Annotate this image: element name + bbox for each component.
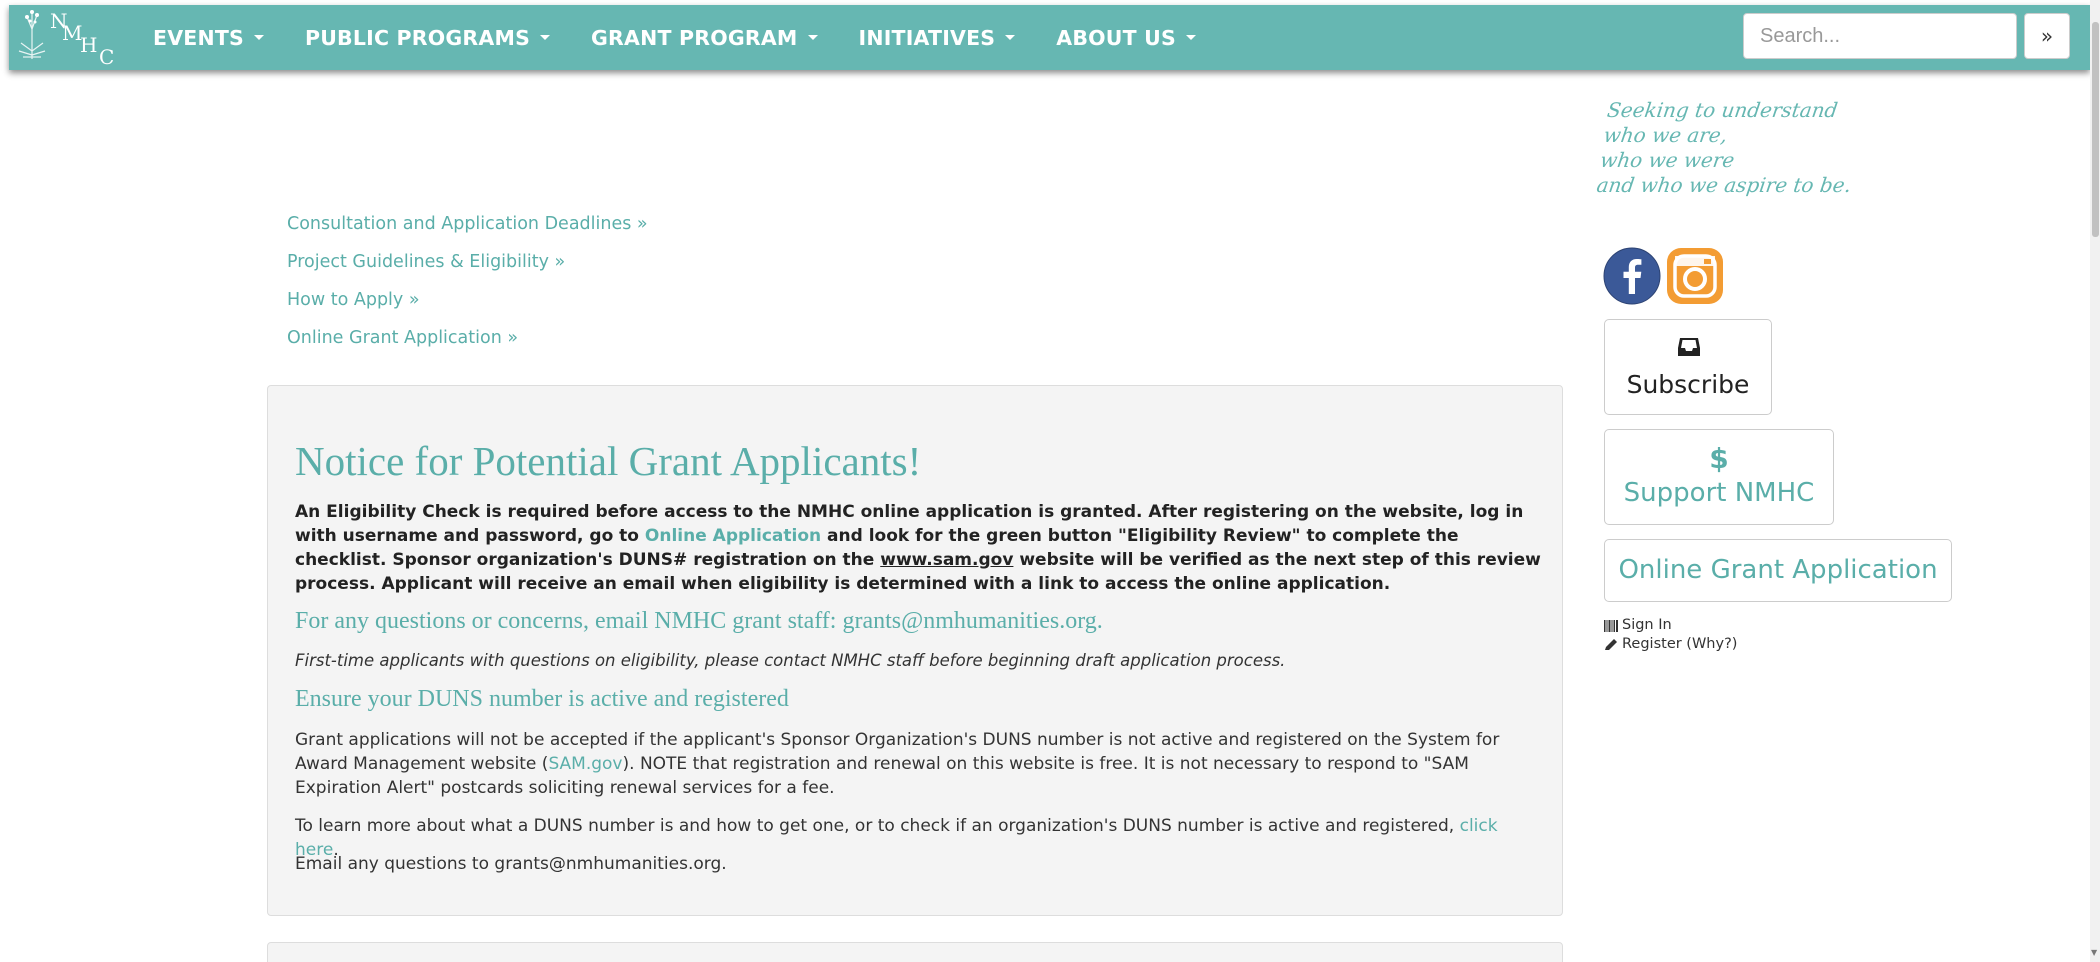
online-grant-application-button[interactable]: Online Grant Application [1604,539,1952,602]
logo-letter-c: C [99,45,115,69]
notice-panel: Notice for Potential Grant Applicants! A… [267,385,1563,916]
instagram-icon[interactable] [1666,247,1724,305]
next-panel [267,942,1563,962]
menu-about-us-label: ABOUT US [1056,25,1176,50]
menu-public-programs[interactable]: PUBLIC PROGRAMS [304,25,551,50]
sam-gov-link[interactable]: SAM.gov [548,754,622,774]
menu-about-us[interactable]: ABOUT US [1056,26,1196,50]
email-questions-line: Email any questions to grants@nmhumaniti… [295,854,727,874]
sign-in-link[interactable]: Sign In [1604,616,1737,635]
inbox-icon [1678,338,1700,356]
sign-in-label: Sign In [1622,617,1672,633]
scroll-down-arrow-icon[interactable]: ▼ [2091,948,2099,958]
online-app-label: Online Grant Application [1618,555,1938,585]
link-how-to-apply[interactable]: How to Apply » [287,281,648,319]
link-guidelines-eligibility[interactable]: Project Guidelines & Eligibility » [287,243,648,281]
nmhc-logo[interactable]: N M H C [15,7,125,69]
notice-title: Notice for Potential Grant Applicants! [295,438,922,484]
register-label: Register (Why?) [1622,636,1738,652]
questions-contact-line: For any questions or concerns, email NMH… [295,608,1103,634]
subscribe-button[interactable]: Subscribe [1604,319,1772,415]
main-menu: EVENTS PUBLIC PROGRAMS GRANT PROGRAM INI… [153,5,1237,70]
tagline-line-1: Seeking to understand [1605,98,1840,122]
tagline-line-3: who we were [1598,148,1737,172]
barcode-icon [1604,619,1618,632]
menu-events[interactable]: EVENTS [153,26,264,50]
facebook-icon[interactable] [1603,247,1661,305]
learn-more-text-1: To learn more about what a DUNS number i… [295,816,1460,836]
sam-gov-site-link[interactable]: www.sam.gov [880,550,1013,570]
caret-down-icon [1185,35,1196,40]
caret-down-icon [1005,35,1016,40]
yucca-plant-icon [18,10,46,59]
subscribe-label: Subscribe [1626,370,1750,399]
scrollbar-thumb[interactable] [2092,22,2099,237]
menu-initiatives-label: INITIATIVES [858,25,996,50]
social-links [1603,247,1724,305]
online-application-link[interactable]: Online Application [645,526,821,546]
menu-events-label: EVENTS [153,25,244,50]
duns-paragraph: Grant applications will not be accepted … [295,728,1545,800]
tagline-line-4: and who we aspire to be. [1595,173,1853,197]
top-navbar: N M H C EVENTS PUBLIC PROGRAMS GRANT PRO… [9,5,2090,70]
search-input[interactable] [1743,13,2017,59]
menu-grant-program-label: GRANT PROGRAM [591,25,798,50]
pencil-icon [1605,639,1617,650]
caret-down-icon [253,35,264,40]
menu-public-programs-label: PUBLIC PROGRAMS [304,25,531,50]
menu-grant-program[interactable]: GRANT PROGRAM [591,25,818,50]
menu-initiatives[interactable]: INITIATIVES [859,26,1016,50]
eligibility-paragraph: An Eligibility Check is required before … [295,500,1545,596]
support-nmhc-button[interactable]: $ Support NMHC [1604,429,1834,525]
dollar-icon: $ [1709,442,1729,475]
register-link[interactable]: Register (Why?) [1604,635,1737,654]
link-deadlines[interactable]: Consultation and Application Deadlines » [287,205,648,243]
tagline-line-2: who we are, [1602,123,1729,147]
first-time-applicants-note: First-time applicants with questions on … [295,651,1286,670]
account-links: Sign In Register (Why?) [1604,616,1737,654]
logo-letter-h: H [80,33,98,57]
support-label: Support NMHC [1623,478,1815,508]
grant-quick-links: Consultation and Application Deadlines »… [287,205,648,357]
link-online-grant-application[interactable]: Online Grant Application » [287,319,648,357]
caret-down-icon [807,35,818,40]
caret-down-icon [540,35,551,40]
search-submit-button[interactable]: » [2024,13,2070,59]
tagline: Seeking to understand who we are, who we… [1595,98,1863,198]
duns-heading: Ensure your DUNS number is active and re… [295,686,789,712]
